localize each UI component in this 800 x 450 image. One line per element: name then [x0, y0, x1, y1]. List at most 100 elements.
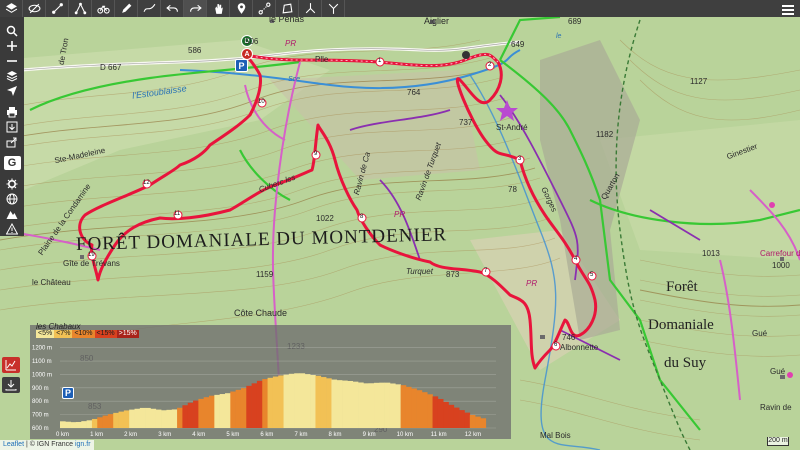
profile-segment: [480, 418, 487, 428]
measure-button[interactable]: [276, 0, 299, 17]
elevation-profile-title: les Chabaux: [36, 322, 81, 331]
trail-pr-1: PR: [285, 39, 297, 48]
spot-elevation: 737: [459, 118, 473, 127]
x-tick-label: 2 km: [124, 432, 137, 438]
x-tick-label: 9 km: [363, 432, 376, 438]
profile-segment: [368, 383, 375, 428]
place-albonnette: Albonnette: [560, 343, 599, 352]
edit-track-button[interactable]: [115, 0, 138, 17]
settings-button[interactable]: [0, 176, 24, 191]
profile-tools: [2, 357, 24, 393]
elevation-chart: 1200 m 1100 m 1000 m 900 m 800 m 700 m 600 m 0 …: [32, 346, 496, 438]
y-tick-label: 1200 m: [32, 346, 52, 352]
spot-elevation: 689: [568, 17, 582, 26]
elevation-profile-panel[interactable]: 1200 m 1100 m 1000 m 900 m 800 m 700 m 600 m 0 …: [30, 322, 511, 439]
profile-segment: [453, 407, 460, 428]
spot-elevation: 586: [188, 46, 202, 55]
left-toolbar: G: [0, 17, 24, 236]
profile-chart-button[interactable]: [2, 357, 20, 373]
profile-segment: [198, 398, 205, 428]
profile-segment: [352, 381, 359, 428]
print-button[interactable]: [0, 104, 24, 119]
mountain-icon: [6, 210, 18, 219]
zoom-out-button[interactable]: [0, 53, 24, 68]
profile-segment: [294, 373, 300, 428]
merge-button[interactable]: [322, 0, 345, 17]
profile-segment: [427, 394, 433, 428]
hide-button[interactable]: [23, 0, 46, 17]
leaflet-link[interactable]: Leaflet: [3, 441, 24, 448]
x-tick-label: 0 km: [56, 432, 69, 438]
profile-segment: [240, 388, 247, 428]
profile-segment: [193, 400, 199, 428]
x-tick-label: 7 km: [294, 432, 307, 438]
bike-button[interactable]: [92, 0, 115, 17]
draw-button[interactable]: [138, 0, 161, 17]
profile-segment: [464, 412, 471, 428]
google-g-icon: G: [3, 155, 21, 170]
profile-segment: [405, 386, 412, 428]
warning-button[interactable]: [0, 221, 24, 236]
merge-icon: [328, 3, 338, 14]
download-map-icon: [6, 121, 18, 132]
location-arrow-icon: [7, 85, 17, 96]
split-button[interactable]: [299, 0, 322, 17]
waypoint-label: 3: [518, 156, 522, 162]
layers-icon: [5, 3, 17, 13]
x-tick-label: 6 km: [260, 432, 273, 438]
share-button[interactable]: [0, 134, 24, 149]
waypoint-label: 2: [488, 62, 492, 68]
profile-segment: [310, 374, 316, 428]
route-icon: [51, 3, 63, 14]
distance-button[interactable]: [253, 0, 276, 17]
profile-segment: [384, 382, 391, 428]
distance-icon: [258, 2, 270, 15]
zoom-in-button[interactable]: [0, 38, 24, 53]
redo-button[interactable]: [184, 0, 207, 17]
profile-segment: [278, 375, 284, 428]
draw-route-icon: [143, 3, 155, 12]
globe-button[interactable]: [0, 191, 24, 206]
chart-icon: [5, 360, 16, 371]
map-app: D A P 1 2 3 4 5 6 7 8 9 10 11 12 19 FORÊ…: [0, 0, 800, 450]
profile-segment: [145, 407, 151, 428]
locate-button[interactable]: [0, 83, 24, 98]
place-ple: Plle: [315, 55, 329, 64]
bicycle-icon: [96, 5, 110, 14]
profile-segment: [320, 377, 327, 428]
export-button[interactable]: [0, 119, 24, 134]
download-icon: [5, 380, 17, 391]
map-layers-button[interactable]: [0, 68, 24, 83]
profile-segment: [155, 409, 162, 428]
slope-legend: <5% <7% <10% <15% >15%: [36, 330, 139, 338]
profile-segment: [91, 418, 98, 428]
place-gue-1: Gué: [752, 329, 768, 338]
track-button[interactable]: [46, 0, 69, 17]
layers-button[interactable]: [0, 0, 23, 17]
waypoints-button[interactable]: [69, 0, 92, 17]
profile-segment: [214, 394, 220, 428]
x-tick-label: 12 km: [465, 432, 481, 438]
search-icon: [6, 25, 18, 37]
undo-button[interactable]: [161, 0, 184, 17]
waypoint-label: 7: [484, 268, 488, 274]
profile-segment: [203, 397, 210, 428]
parking-marker[interactable]: P: [235, 59, 248, 72]
mountain-button[interactable]: [0, 206, 24, 221]
profile-download-button[interactable]: [2, 377, 20, 393]
place-st-andre: St-André: [496, 123, 528, 132]
hand-button[interactable]: [207, 0, 230, 17]
attribution-text: | © IGN France: [24, 441, 75, 448]
ign-link[interactable]: ign.fr: [75, 441, 91, 448]
profile-segment: [113, 412, 119, 428]
profile-segment: [182, 405, 189, 428]
profile-segment: [283, 374, 290, 428]
hamburger-menu-button[interactable]: [782, 3, 794, 21]
profile-segment: [389, 383, 396, 428]
search-button[interactable]: [0, 23, 24, 38]
profile-segment: [448, 404, 455, 428]
marker-button[interactable]: [230, 0, 253, 17]
profile-segment: [209, 395, 215, 428]
profile-segment: [469, 414, 476, 428]
google-button[interactable]: G: [0, 155, 24, 170]
